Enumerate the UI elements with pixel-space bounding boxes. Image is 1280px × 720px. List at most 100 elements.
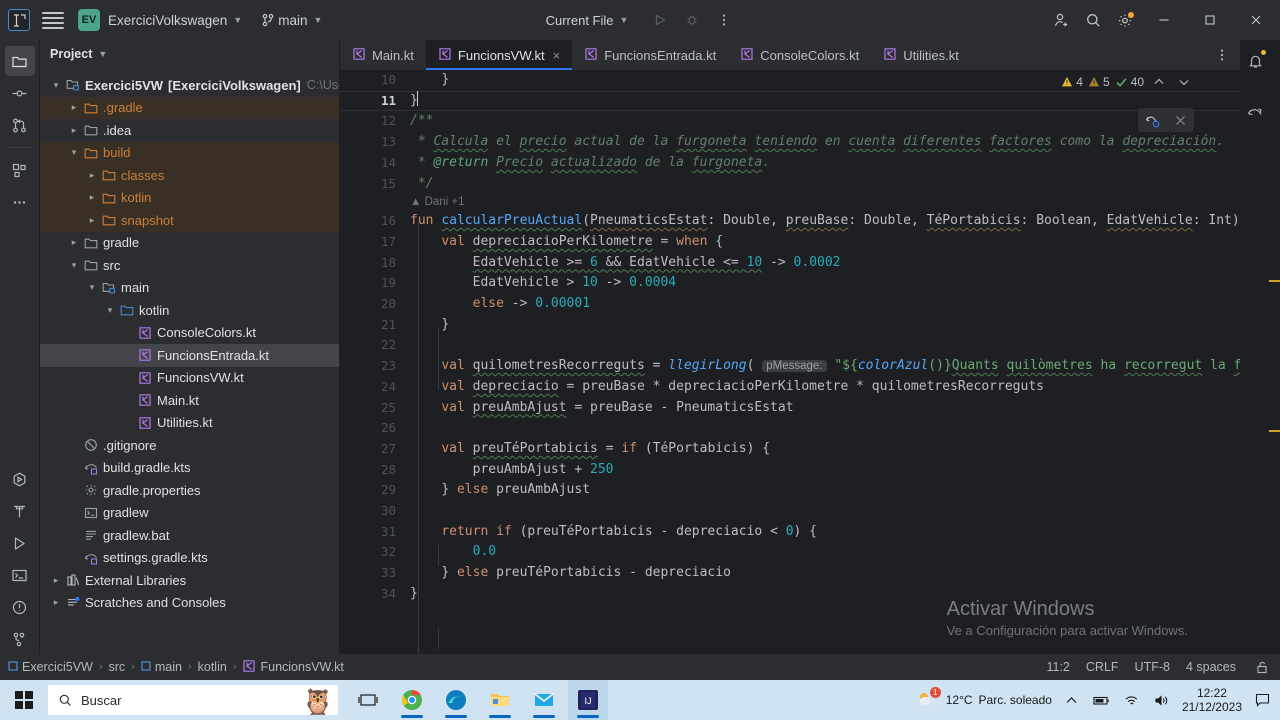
gradle-reload-icon[interactable] xyxy=(1142,110,1162,130)
line-number[interactable]: 26 xyxy=(340,418,408,439)
file-encoding[interactable]: UTF-8 xyxy=(1135,660,1170,674)
sidebar-item-terminal[interactable] xyxy=(5,560,35,590)
code-line[interactable]: else -> 0.00001 xyxy=(410,294,1240,315)
line-number[interactable]: 12 xyxy=(340,111,408,132)
code-line[interactable]: /** xyxy=(410,111,1240,132)
mail-icon[interactable] xyxy=(524,680,564,720)
tree-node-kotlin[interactable]: ▸ kotlin xyxy=(40,186,339,209)
tree-node-funcionsvw-kt[interactable]: FuncionsVW.kt xyxy=(40,367,339,390)
project-panel-chevron-down-icon[interactable]: ▼ xyxy=(98,49,107,59)
code-line[interactable] xyxy=(410,501,1240,522)
notifications-icon[interactable] xyxy=(1240,46,1270,76)
run-configuration-selector[interactable]: Current File ▼ xyxy=(546,13,639,28)
tree-node-kotlin[interactable]: ▾ kotlin xyxy=(40,299,339,322)
search-icon[interactable] xyxy=(1078,5,1108,35)
line-number[interactable]: 19 xyxy=(340,273,408,294)
line-number[interactable]: 14 xyxy=(340,153,408,174)
tree-node-main-kt[interactable]: Main.kt xyxy=(40,389,339,412)
taskbar-search-box[interactable]: Buscar 🦉 xyxy=(48,685,338,715)
tree-node-utilities-kt[interactable]: Utilities.kt xyxy=(40,412,339,435)
chevron-down-icon[interactable]: ▾ xyxy=(48,80,64,91)
code-line[interactable]: } else preuAmbAjust xyxy=(410,480,1240,501)
sidebar-item-git[interactable] xyxy=(5,624,35,654)
breadcrumb-item[interactable]: kotlin xyxy=(198,660,227,674)
indent-setting[interactable]: 4 spaces xyxy=(1186,660,1236,674)
line-number[interactable]: 34 xyxy=(340,584,408,605)
code-line[interactable]: */ xyxy=(410,174,1240,195)
breadcrumb-item[interactable]: src xyxy=(109,660,126,674)
line-number[interactable]: 15 xyxy=(340,174,408,195)
line-number[interactable]: 28 xyxy=(340,460,408,481)
warning-count-orange[interactable]: 5 xyxy=(1088,75,1110,89)
scrollbar-warning-marker[interactable] xyxy=(1269,430,1280,432)
chevron-down-icon[interactable]: ▾ xyxy=(84,282,100,293)
code-editor[interactable]: 10 11 12 13 14 15 16 17 18 19 20 21 22 23 24 25 26 27 28 29… xyxy=(340,70,1240,654)
tree-node-idea[interactable]: ▸ .idea xyxy=(40,119,339,142)
chevron-right-icon[interactable]: ▸ xyxy=(66,102,82,113)
chevron-down-icon[interactable]: ▾ xyxy=(102,305,118,316)
inspections-widget[interactable]: 4 5 40 xyxy=(1061,72,1194,92)
line-number[interactable]: 21 xyxy=(340,315,408,336)
project-panel-header[interactable]: Project ▼ xyxy=(40,40,339,68)
show-hidden-icons-icon[interactable] xyxy=(1062,690,1082,710)
code-line[interactable]: } xyxy=(410,90,1240,112)
close-tab-icon[interactable]: × xyxy=(553,48,561,63)
intellij-icon[interactable]: IJ xyxy=(568,680,608,720)
line-number[interactable]: 22 xyxy=(340,335,408,356)
scrollbar-warning-marker[interactable] xyxy=(1269,280,1280,282)
more-actions-icon[interactable] xyxy=(714,10,734,30)
vcs-annotation[interactable]: ▲ Dani +1 xyxy=(410,196,465,208)
line-number[interactable]: 23 xyxy=(340,356,408,377)
settings-icon[interactable] xyxy=(1110,5,1140,35)
line-number[interactable]: 32 xyxy=(340,542,408,563)
project-name-label[interactable]: ExerciciVolkswagen xyxy=(108,13,227,28)
editor-tab-funcionsvw-kt[interactable]: FuncionsVW.kt × xyxy=(425,40,573,70)
breadcrumb-item[interactable]: main xyxy=(141,660,182,674)
line-number[interactable]: 25 xyxy=(340,398,408,419)
line-number[interactable]: 30 xyxy=(340,501,408,522)
line-number[interactable]: 10 xyxy=(340,70,408,91)
start-button[interactable] xyxy=(0,680,48,720)
line-number[interactable]: 31 xyxy=(340,522,408,543)
edge-icon[interactable] xyxy=(436,680,476,720)
line-number[interactable]: 17 xyxy=(340,232,408,253)
sidebar-item-run-anything[interactable] xyxy=(5,464,35,494)
sidebar-item-project[interactable] xyxy=(4,46,35,76)
code-line[interactable]: 0.0 xyxy=(410,542,1240,563)
chevron-right-icon[interactable]: ▸ xyxy=(84,192,100,203)
main-menu-icon[interactable] xyxy=(42,9,64,31)
inspection-ok-count[interactable]: 40 xyxy=(1115,75,1144,89)
chevron-right-icon[interactable]: ▸ xyxy=(84,170,100,181)
breadcrumb[interactable]: Exercici5VW › src › main › kotlin › FuncionsVW.k… xyxy=(8,659,344,676)
code-line[interactable]: val quilometresRecorreguts = llegirLong(… xyxy=(410,356,1240,377)
ai-assistant-icon[interactable] xyxy=(1240,98,1270,128)
chevron-right-icon[interactable]: ▸ xyxy=(84,215,100,226)
line-number[interactable]: 11 xyxy=(340,91,408,112)
editor-tab-funcionsentrada-kt[interactable]: FuncionsEntrada.kt xyxy=(572,40,728,70)
gradle-reload-notification[interactable] xyxy=(1138,108,1194,132)
code-line[interactable]: * Calcula el precio actual de la furgone… xyxy=(410,132,1240,153)
chevron-right-icon[interactable]: ▸ xyxy=(48,597,64,608)
line-number[interactable]: 33 xyxy=(340,563,408,584)
tree-node-gradle[interactable]: ▸ gradle xyxy=(40,232,339,255)
code-line[interactable]: } else preuTéPortabicis - depreciacio xyxy=(410,563,1240,584)
line-number[interactable]: 27 xyxy=(340,439,408,460)
tree-node-consolecolors-kt[interactable]: ConsoleColors.kt xyxy=(40,322,339,345)
wifi-icon[interactable] xyxy=(1122,690,1142,710)
chrome-icon[interactable] xyxy=(392,680,432,720)
maximize-icon[interactable] xyxy=(1188,0,1232,40)
code-line[interactable]: val depreciacioPerKilometre = when { xyxy=(410,232,1240,253)
chevron-down-icon[interactable]: ▾ xyxy=(66,147,82,158)
taskbar-clock[interactable]: 12:22 21/12/2023 xyxy=(1182,686,1242,714)
sidebar-item-run[interactable] xyxy=(5,528,35,558)
line-number[interactable]: 18 xyxy=(340,253,408,274)
code-line[interactable]: EdatVehicle > 10 -> 0.0004 xyxy=(410,273,1240,294)
line-number[interactable]: 16 xyxy=(340,211,408,232)
chevron-right-icon[interactable]: ▸ xyxy=(66,237,82,248)
minimize-icon[interactable] xyxy=(1142,0,1186,40)
sidebar-item-structure[interactable] xyxy=(5,155,35,185)
code-line[interactable]: * @return Precio actualizado de la furgo… xyxy=(410,153,1240,174)
tree-node-classes[interactable]: ▸ classes xyxy=(40,164,339,187)
editor-tab-consolecolors-kt[interactable]: ConsoleColors.kt xyxy=(728,40,871,70)
chevron-right-icon[interactable]: ▸ xyxy=(66,125,82,136)
